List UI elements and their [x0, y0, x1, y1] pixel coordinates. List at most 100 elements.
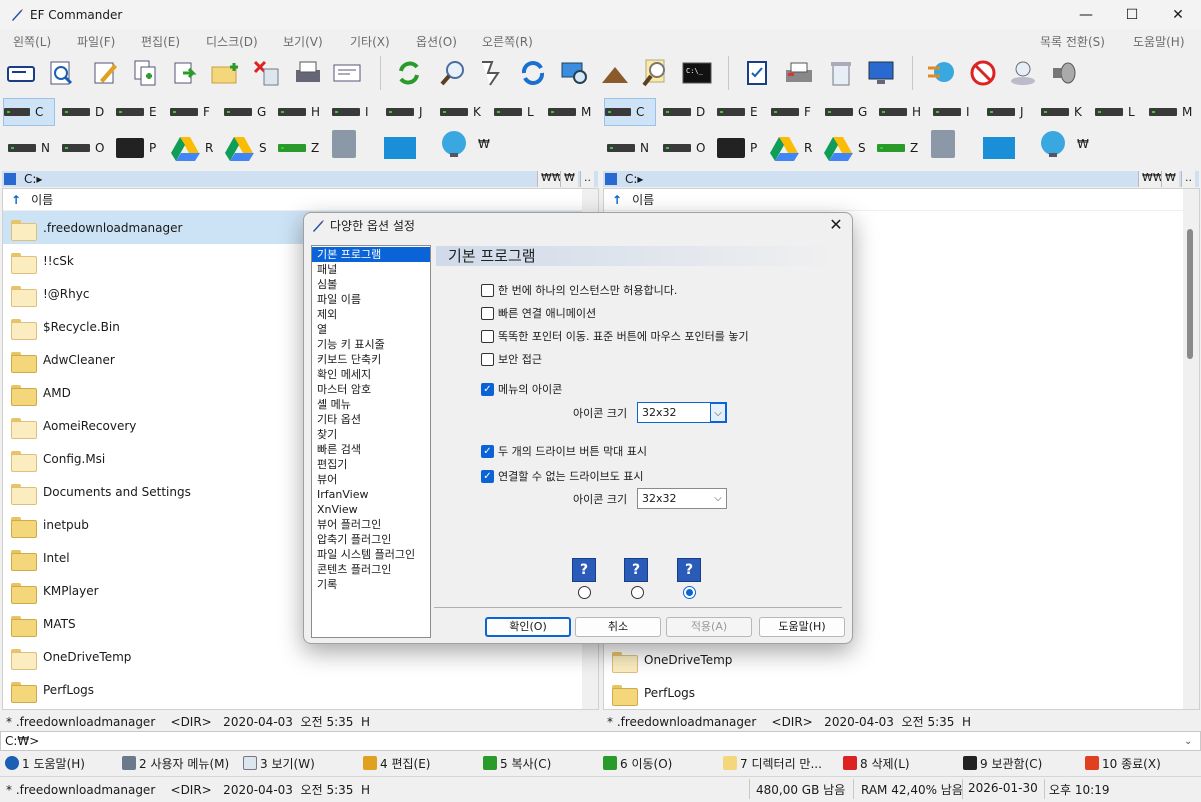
- view-icon[interactable]: [44, 56, 78, 90]
- apply-button[interactable]: 적용(A): [666, 617, 752, 637]
- column-header[interactable]: ↑ 이름: [3, 189, 598, 211]
- category-item[interactable]: 뷰어 플러그인: [312, 517, 430, 532]
- list-item[interactable]: PerfLogs: [604, 676, 1184, 709]
- drive-button-g[interactable]: G: [825, 98, 867, 126]
- menu-file[interactable]: 파일(F): [77, 33, 115, 50]
- tree-icon[interactable]: [598, 56, 632, 90]
- category-item[interactable]: 마스터 암호: [312, 382, 430, 397]
- command-line-input[interactable]: C:₩>: [0, 731, 1201, 751]
- drive-button-r[interactable]: R: [170, 134, 213, 162]
- cancel-button[interactable]: 취소: [575, 617, 661, 637]
- category-item[interactable]: 파일 시스템 플러그인: [312, 547, 430, 562]
- network-icon[interactable]: [558, 56, 592, 90]
- backslash-button[interactable]: ₩: [560, 171, 578, 187]
- compare-icon[interactable]: [474, 56, 508, 90]
- copy-icon[interactable]: [128, 56, 162, 90]
- printer-icon[interactable]: [782, 56, 816, 90]
- f3-view-button[interactable]: 3 보기(W): [243, 752, 315, 774]
- category-item[interactable]: 압축기 플러그인: [312, 532, 430, 547]
- print-icon[interactable]: [290, 56, 324, 90]
- scroll-thumb[interactable]: [1187, 229, 1193, 359]
- help-style-radio-1[interactable]: [578, 586, 591, 599]
- ok-button[interactable]: 확인(O): [485, 617, 571, 637]
- checklist-icon[interactable]: [740, 56, 774, 90]
- drive-button-p[interactable]: P: [717, 134, 757, 162]
- f2-user-menu-button[interactable]: 2 사용자 메뉴(M): [122, 752, 229, 774]
- category-item[interactable]: 찾기: [312, 427, 430, 442]
- help-style-radio-2[interactable]: [631, 586, 644, 599]
- drive-button-j[interactable]: J: [386, 98, 423, 126]
- media-icon[interactable]: [1046, 56, 1080, 90]
- email-icon[interactable]: [330, 56, 364, 90]
- category-item[interactable]: 셸 메뉴: [312, 397, 430, 412]
- menu-left[interactable]: 왼쪽(L): [13, 33, 51, 50]
- menu-misc[interactable]: 기타(X): [350, 33, 390, 50]
- list-item[interactable]: PerfLogs: [3, 673, 598, 706]
- list-item[interactable]: OneDriveTemp: [604, 643, 1184, 676]
- menu-view[interactable]: 보기(V): [283, 33, 323, 50]
- menu-options[interactable]: 옵션(O): [416, 33, 457, 50]
- category-list[interactable]: 기본 프로그램 패널 심볼 파일 이름 제외 열 기능 키 표시줄 키보드 단축…: [311, 245, 431, 638]
- new-folder-icon[interactable]: [208, 56, 242, 90]
- f9-archive-button[interactable]: 9 보관함(C): [963, 752, 1042, 774]
- single-instance-checkbox[interactable]: 한 번에 하나의 인스턴스만 허용합니다.: [481, 282, 677, 298]
- drive-button-f[interactable]: F: [771, 98, 811, 126]
- category-item[interactable]: 패널: [312, 262, 430, 277]
- drive-button-desktop[interactable]: [983, 134, 1015, 162]
- find-icon[interactable]: [638, 56, 672, 90]
- recycle-icon[interactable]: [824, 56, 858, 90]
- f6-move-button[interactable]: 6 이동(O): [603, 752, 672, 774]
- drive-button-server[interactable]: [931, 130, 955, 158]
- drive-button-network[interactable]: ₩: [438, 130, 490, 158]
- disconnect-icon[interactable]: [966, 56, 1000, 90]
- left-path-bar[interactable]: C: ▸ ₩₩ ₩ ..: [2, 171, 598, 187]
- help-button[interactable]: 도움말(H): [759, 617, 845, 637]
- menu-right[interactable]: 오른쪽(R): [482, 33, 533, 50]
- category-item[interactable]: 확인 메세지: [312, 367, 430, 382]
- drive-button-k[interactable]: K: [440, 98, 481, 126]
- category-item[interactable]: 뷰어: [312, 472, 430, 487]
- right-scrollbar[interactable]: [1183, 189, 1199, 709]
- drive-button-h[interactable]: H: [278, 98, 320, 126]
- show-unconnectable-checkbox[interactable]: ✓ 연결할 수 없는 드라이브도 표시: [481, 468, 644, 484]
- drive-button-h[interactable]: H: [879, 98, 921, 126]
- monitor-icon[interactable]: [864, 56, 898, 90]
- parent-button[interactable]: ..: [580, 171, 594, 187]
- move-icon[interactable]: [168, 56, 202, 90]
- f7-mkdir-button[interactable]: 7 디렉터리 만...: [723, 752, 822, 774]
- drive-button-l[interactable]: L: [1095, 98, 1135, 126]
- drive-button-d[interactable]: D: [62, 98, 104, 126]
- drive-button-g[interactable]: G: [224, 98, 266, 126]
- f5-copy-button[interactable]: 5 복사(C): [483, 752, 551, 774]
- category-item[interactable]: 기능 키 표시줄: [312, 337, 430, 352]
- category-item[interactable]: IrfanView: [312, 487, 430, 502]
- close-button[interactable]: ✕: [1155, 0, 1201, 30]
- category-item[interactable]: 콘텐츠 플러그인: [312, 562, 430, 577]
- drive-button-f[interactable]: F: [170, 98, 210, 126]
- drive-button-c[interactable]: C: [604, 98, 656, 126]
- drive-button-s[interactable]: S: [823, 134, 866, 162]
- backslash-button[interactable]: ₩: [1161, 171, 1179, 187]
- category-item[interactable]: 빠른 검색: [312, 442, 430, 457]
- drive-button-i[interactable]: I: [332, 98, 369, 126]
- terminal-icon[interactable]: C:\_: [680, 56, 714, 90]
- two-drive-bars-checkbox[interactable]: ✓ 두 개의 드라이브 버튼 막대 표시: [481, 443, 647, 459]
- right-path-bar[interactable]: C: ▸ ₩₩ ₩ ..: [603, 171, 1199, 187]
- f10-exit-button[interactable]: 10 종료(X): [1085, 752, 1161, 774]
- drive-icon-size-select[interactable]: 32x32 ⌵: [637, 488, 727, 509]
- category-item[interactable]: 심볼: [312, 277, 430, 292]
- menu-disk[interactable]: 디스크(D): [206, 33, 258, 50]
- menu-edit[interactable]: 편집(E): [141, 33, 180, 50]
- drive-button-o[interactable]: O: [663, 134, 705, 162]
- edit-icon[interactable]: [88, 56, 122, 90]
- drive-button-m[interactable]: M: [1149, 98, 1192, 126]
- drive-button-n[interactable]: N: [8, 134, 50, 162]
- smart-pointer-checkbox[interactable]: 똑똑한 포인터 이동. 표준 버튼에 마우스 포인터를 놓기: [481, 328, 749, 344]
- drive-button-e[interactable]: E: [116, 98, 157, 126]
- drive-button-o[interactable]: O: [62, 134, 104, 162]
- drive-button-j[interactable]: J: [987, 98, 1024, 126]
- drive-icon[interactable]: [4, 56, 38, 90]
- f8-delete-button[interactable]: 8 삭제(L): [843, 752, 910, 774]
- ftp-icon[interactable]: [924, 56, 958, 90]
- drive-button-z[interactable]: Z: [877, 134, 918, 162]
